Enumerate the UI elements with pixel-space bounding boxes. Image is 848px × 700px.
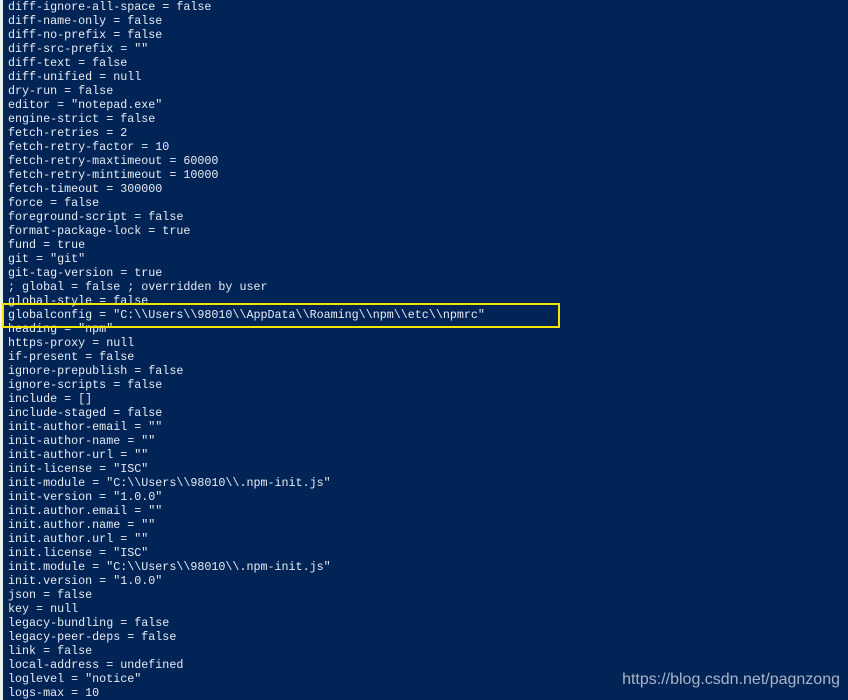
terminal-line: ignore-scripts = false xyxy=(8,378,163,392)
terminal-line: git-tag-version = true xyxy=(8,266,163,280)
terminal-line: diff-text = false xyxy=(8,56,128,70)
terminal-line: init-author-email = ″″ xyxy=(8,420,163,434)
terminal-line: force = false xyxy=(8,196,100,210)
terminal-line: init-version = ″1.0.0″ xyxy=(8,490,163,504)
terminal-line: foreground-script = false xyxy=(8,210,184,224)
terminal-line: init.license = ″ISC″ xyxy=(8,546,149,560)
terminal-line: json = false xyxy=(8,588,93,602)
terminal-line: init.author.name = ″″ xyxy=(8,518,156,532)
terminal-line: include-staged = false xyxy=(8,406,163,420)
terminal-line: ; global = false ; overridden by user xyxy=(8,280,268,294)
terminal-line: init.author.url = ″″ xyxy=(8,532,149,546)
watermark: https://blog.csdn.net/pagnzong xyxy=(622,671,840,688)
terminal-line: init-author-url = ″″ xyxy=(8,448,149,462)
terminal-line: editor = ″notepad.exe″ xyxy=(8,98,163,112)
highlight-box xyxy=(2,303,560,328)
terminal-line: diff-no-prefix = false xyxy=(8,28,163,42)
terminal-line: git = ″git″ xyxy=(8,252,86,266)
terminal-line: fund = true xyxy=(8,238,86,252)
terminal-line: diff-unified = null xyxy=(8,70,142,84)
terminal-line: key = null xyxy=(8,602,79,616)
terminal-line: format-package-lock = true xyxy=(8,224,191,238)
terminal-line: diff-src-prefix = ″″ xyxy=(8,42,149,56)
terminal-line: init-author-name = ″″ xyxy=(8,434,156,448)
terminal-line: local-address = undefined xyxy=(8,658,184,672)
terminal-line: init-license = ″ISC″ xyxy=(8,462,149,476)
terminal-line: init-module = ″C:\\Users\\98010\\.npm-in… xyxy=(8,476,331,490)
terminal-line: diff-ignore-all-space = false xyxy=(8,0,212,14)
terminal-line: legacy-peer-deps = false xyxy=(8,630,177,644)
terminal-line: fetch-retry-mintimeout = 10000 xyxy=(8,168,219,182)
terminal-line: fetch-timeout = 300000 xyxy=(8,182,163,196)
terminal-line: fetch-retry-factor = 10 xyxy=(8,140,170,154)
terminal-output: diff-ignore-all-space = false diff-name-o… xyxy=(8,0,485,700)
terminal-line: dry-run = false xyxy=(8,84,114,98)
terminal-line: logs-max = 10 xyxy=(8,686,100,700)
terminal-line: legacy-bundling = false xyxy=(8,616,170,630)
terminal-line: https-proxy = null xyxy=(8,336,135,350)
terminal-line: init.version = ″1.0.0″ xyxy=(8,574,163,588)
terminal-line: include = [] xyxy=(8,392,93,406)
window-edge xyxy=(0,0,3,700)
terminal-line: init.module = ″C:\\Users\\98010\\.npm-in… xyxy=(8,560,331,574)
terminal-line: engine-strict = false xyxy=(8,112,156,126)
terminal-line: diff-name-only = false xyxy=(8,14,163,28)
terminal-line: ignore-prepublish = false xyxy=(8,364,184,378)
terminal-line: init.author.email = ″″ xyxy=(8,504,163,518)
terminal-line: loglevel = ″notice″ xyxy=(8,672,142,686)
terminal-line: fetch-retries = 2 xyxy=(8,126,128,140)
terminal-line: if-present = false xyxy=(8,350,135,364)
terminal-line: link = false xyxy=(8,644,93,658)
terminal-line: fetch-retry-maxtimeout = 60000 xyxy=(8,154,219,168)
